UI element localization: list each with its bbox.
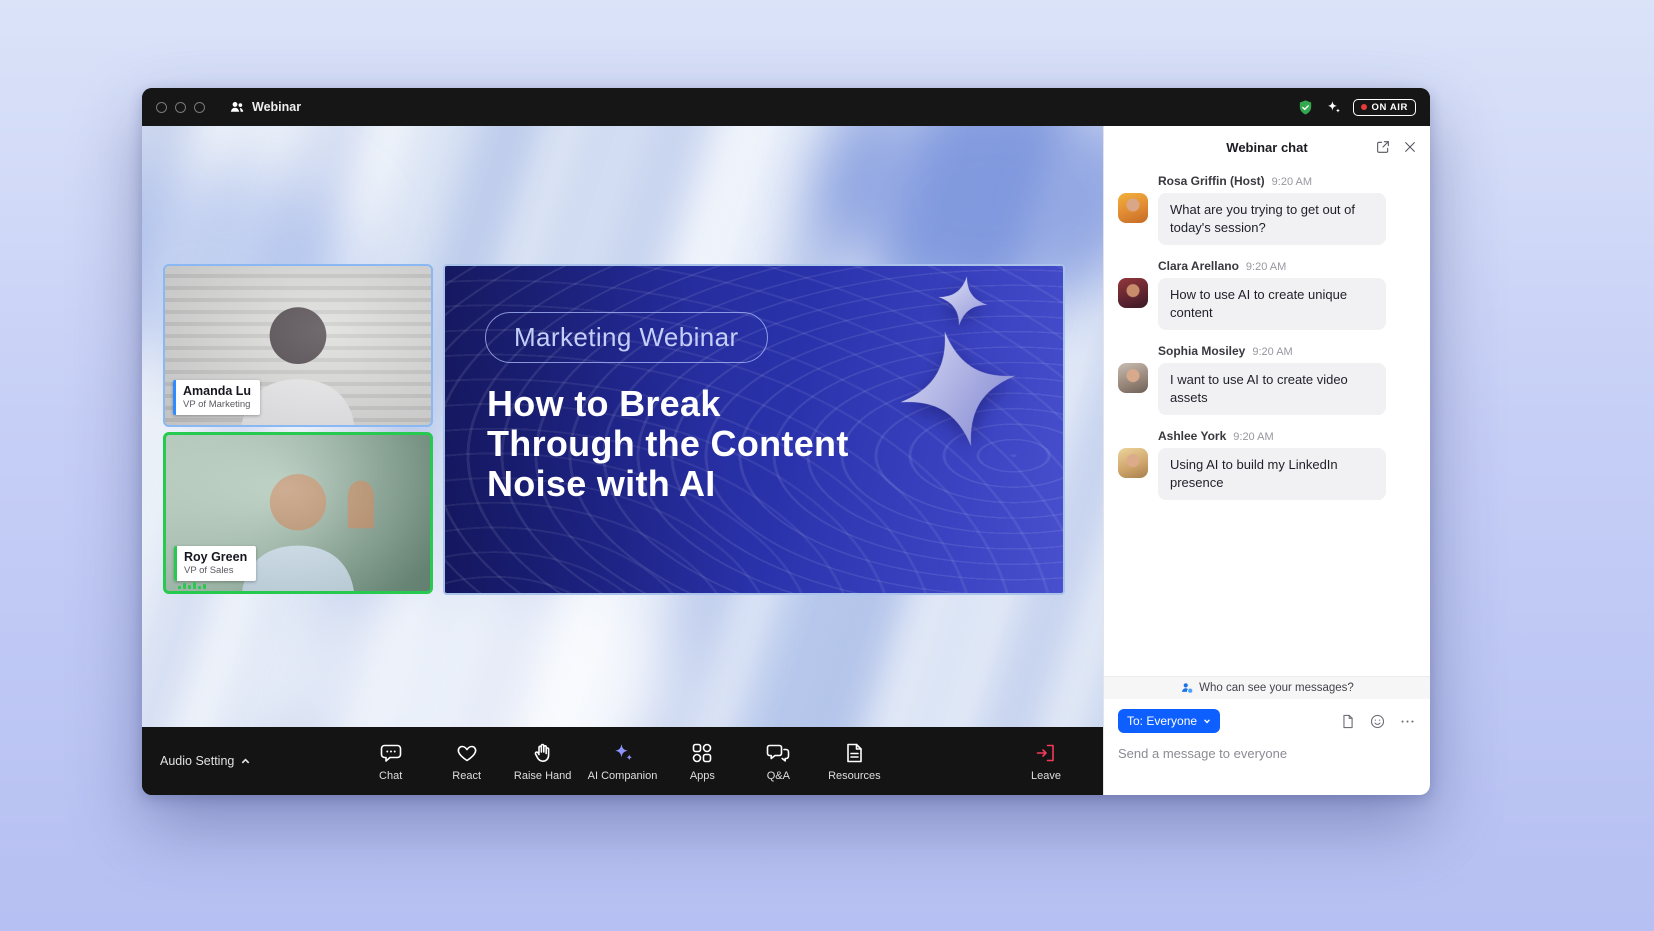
security-shield-icon[interactable] [1297, 99, 1314, 116]
apps-icon [690, 741, 714, 765]
emoji-icon[interactable] [1369, 713, 1386, 730]
raise-hand-button[interactable]: Raise Hand [512, 741, 574, 782]
chat-title: Webinar chat [1226, 140, 1307, 155]
message-input[interactable]: Send a message to everyone [1118, 746, 1416, 761]
close-icon[interactable] [1402, 139, 1418, 155]
message-author: Ashlee York [1158, 429, 1226, 443]
audio-setting-button[interactable]: Audio Setting [160, 754, 251, 768]
more-options-icon[interactable] [1399, 713, 1416, 730]
chat-icon [379, 741, 403, 765]
speaker-name-tag: Roy Green VP of Sales [174, 546, 256, 581]
message-time: 9:20 AM [1233, 431, 1273, 443]
chat-message-list[interactable]: Rosa Griffin (Host) 9:20 AM What are you … [1104, 168, 1430, 676]
avatar [1118, 278, 1148, 308]
slide-badge: Marketing Webinar [485, 312, 768, 363]
webinar-window: Webinar ON AIR [142, 88, 1430, 795]
webinar-people-icon [229, 99, 245, 115]
chat-message: Clara Arellano 9:20 AM How to use AI to c… [1118, 259, 1416, 330]
privacy-note-label: Who can see your messages? [1199, 682, 1354, 694]
chat-message: Sophia Mosiley 9:20 AM I want to use AI t… [1118, 344, 1416, 415]
chat-button[interactable]: Chat [360, 741, 422, 782]
on-air-dot [1361, 104, 1367, 110]
webinar-stage: Amanda Lu VP of Marketing [142, 126, 1103, 727]
message-bubble: Using AI to build my LinkedIn presence [1158, 448, 1386, 500]
window-title: Webinar [252, 100, 301, 114]
chat-header: Webinar chat [1104, 126, 1430, 168]
leave-door-icon [1034, 741, 1058, 765]
toolbar-items: Chat React Raise Hand [360, 741, 886, 782]
webinar-chat-panel: Webinar chat Rosa Griffin (Host) 9:20 AM … [1103, 126, 1430, 795]
speaker-video-roy[interactable]: Roy Green VP of Sales [163, 432, 433, 594]
message-bubble: What are you trying to get out of today'… [1158, 193, 1386, 245]
message-time: 9:20 AM [1252, 346, 1292, 358]
speaker-name: Roy Green [184, 550, 247, 564]
chevron-down-icon [1203, 717, 1211, 725]
window-controls [156, 102, 205, 113]
audio-setting-label: Audio Setting [160, 754, 234, 768]
speaker-name: Amanda Lu [183, 384, 251, 398]
speaker-role: VP of Marketing [183, 399, 251, 410]
leave-button[interactable]: Leave [1015, 741, 1077, 782]
raise-hand-icon [531, 741, 555, 765]
window-zoom-button[interactable] [194, 102, 205, 113]
window-close-button[interactable] [156, 102, 167, 113]
stage-column: Amanda Lu VP of Marketing [142, 126, 1103, 795]
to-selector-label: To: Everyone [1127, 714, 1197, 728]
avatar [1118, 363, 1148, 393]
message-author: Sophia Mosiley [1158, 344, 1245, 358]
on-air-badge: ON AIR [1353, 99, 1417, 116]
ai-companion-button[interactable]: AI Companion [588, 741, 658, 782]
attach-file-icon[interactable] [1339, 713, 1356, 730]
window-titlebar: Webinar ON AIR [142, 88, 1430, 126]
pop-out-icon[interactable] [1375, 139, 1391, 155]
chat-message: Rosa Griffin (Host) 9:20 AM What are you … [1118, 174, 1416, 245]
privacy-person-icon [1180, 681, 1194, 695]
resources-button[interactable]: Resources [823, 741, 885, 782]
slide-heading: How to Break Through the Content Noise w… [487, 384, 849, 504]
speaker-video-amanda[interactable]: Amanda Lu VP of Marketing [163, 264, 433, 427]
chat-composer: To: Everyone S [1104, 699, 1430, 795]
shared-slide: Marketing Webinar How to Break Through t… [443, 264, 1065, 595]
app-title-group: Webinar [229, 99, 301, 115]
document-icon [842, 741, 866, 765]
message-time: 9:20 AM [1246, 261, 1286, 273]
avatar [1118, 193, 1148, 223]
apps-button[interactable]: Apps [671, 741, 733, 782]
chat-message: Ashlee York 9:20 AM Using AI to build my … [1118, 429, 1416, 500]
chevron-up-icon [240, 756, 251, 767]
window-minimize-button[interactable] [175, 102, 186, 113]
window-content: Amanda Lu VP of Marketing [142, 126, 1430, 795]
heart-icon [455, 741, 479, 765]
ai-sparkle-icon [611, 741, 635, 765]
message-bubble: I want to use AI to create video assets [1158, 363, 1386, 415]
meeting-toolbar: Audio Setting Chat [142, 727, 1103, 795]
message-time: 9:20 AM [1272, 176, 1312, 188]
message-author: Rosa Griffin (Host) [1158, 174, 1265, 188]
qa-bubbles-icon [766, 741, 790, 765]
to-everyone-selector[interactable]: To: Everyone [1118, 709, 1220, 733]
on-air-label: ON AIR [1372, 102, 1409, 113]
audio-activity-indicator [178, 582, 206, 589]
sparkle-decoration-icon [934, 272, 991, 329]
react-button[interactable]: React [436, 741, 498, 782]
speaker-name-tag: Amanda Lu VP of Marketing [173, 380, 260, 415]
sparkle-decoration-icon [887, 318, 1029, 460]
message-privacy-link[interactable]: Who can see your messages? [1104, 676, 1430, 699]
message-author: Clara Arellano [1158, 259, 1239, 273]
qa-button[interactable]: Q&A [747, 741, 809, 782]
speaker-role: VP of Sales [184, 565, 247, 576]
ai-companion-sparkle-icon[interactable] [1325, 99, 1342, 116]
message-bubble: How to use AI to create unique content [1158, 278, 1386, 330]
avatar [1118, 448, 1148, 478]
titlebar-right-group: ON AIR [1297, 99, 1417, 116]
